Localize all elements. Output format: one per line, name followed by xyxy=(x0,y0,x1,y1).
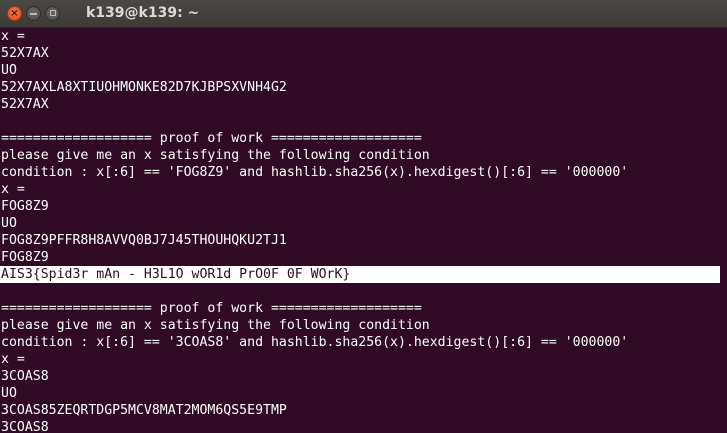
terminal-line: UO xyxy=(1,386,17,401)
terminal-line: condition : x[:6] == '3COAS8' and hashli… xyxy=(1,335,629,350)
terminal-line: =================== proof of work ======… xyxy=(1,301,422,316)
terminal-line: x = xyxy=(1,29,25,44)
terminal-line: UO xyxy=(1,216,17,231)
maximize-icon xyxy=(49,10,56,16)
terminal-line: FOG8Z9PFFR8H8AVVQ0BJ7J45THOUHQKU2TJ1 xyxy=(1,233,287,248)
terminal-line: x = xyxy=(1,352,25,367)
terminal-line: condition : x[:6] == 'FOG8Z9' and hashli… xyxy=(1,165,629,180)
terminal-line: 52X7AXLA8XTIUOHMONKE82D7KJBPSXVNH4G2 xyxy=(1,80,287,95)
terminal-output[interactable]: x = 52X7AX UO 52X7AXLA8XTIUOHMONKE82D7KJ… xyxy=(0,28,727,433)
window-title: k139@k139: ~ xyxy=(86,5,200,21)
terminal-line: FOG8Z9 xyxy=(1,250,49,265)
close-button[interactable]: × xyxy=(7,6,22,21)
terminal-window: × k139@k139: ~ x = 52X7AX UO 52X7AXLA8XT… xyxy=(0,0,727,433)
terminal-line: UO xyxy=(1,63,17,78)
terminal-line: x = xyxy=(1,182,25,197)
terminal-line: 52X7AX xyxy=(1,97,49,112)
terminal-line: =================== proof of work ======… xyxy=(1,131,422,146)
maximize-button[interactable] xyxy=(45,6,60,21)
minimize-button[interactable] xyxy=(26,6,41,21)
terminal-line: please give me an x satisfying the follo… xyxy=(1,318,430,333)
minimize-icon xyxy=(30,13,37,15)
terminal-line: 52X7AX xyxy=(1,46,49,61)
terminal-line: FOG8Z9 xyxy=(1,199,49,214)
title-bar[interactable]: × k139@k139: ~ xyxy=(0,0,727,28)
terminal-line: please give me an x satisfying the follo… xyxy=(1,148,430,163)
terminal-line: 3COAS8 xyxy=(1,369,49,384)
terminal-line: 3COAS85ZEQRTDGP5MCV8MAT2MOM6QS5E9TMP xyxy=(1,403,287,418)
flag-line-selected[interactable]: AIS3{Spid3r mAn - H3L1O wOR1d PrO0F 0F W… xyxy=(0,266,720,283)
close-icon: × xyxy=(10,8,19,19)
terminal-line: 3COAS8 xyxy=(1,420,49,433)
